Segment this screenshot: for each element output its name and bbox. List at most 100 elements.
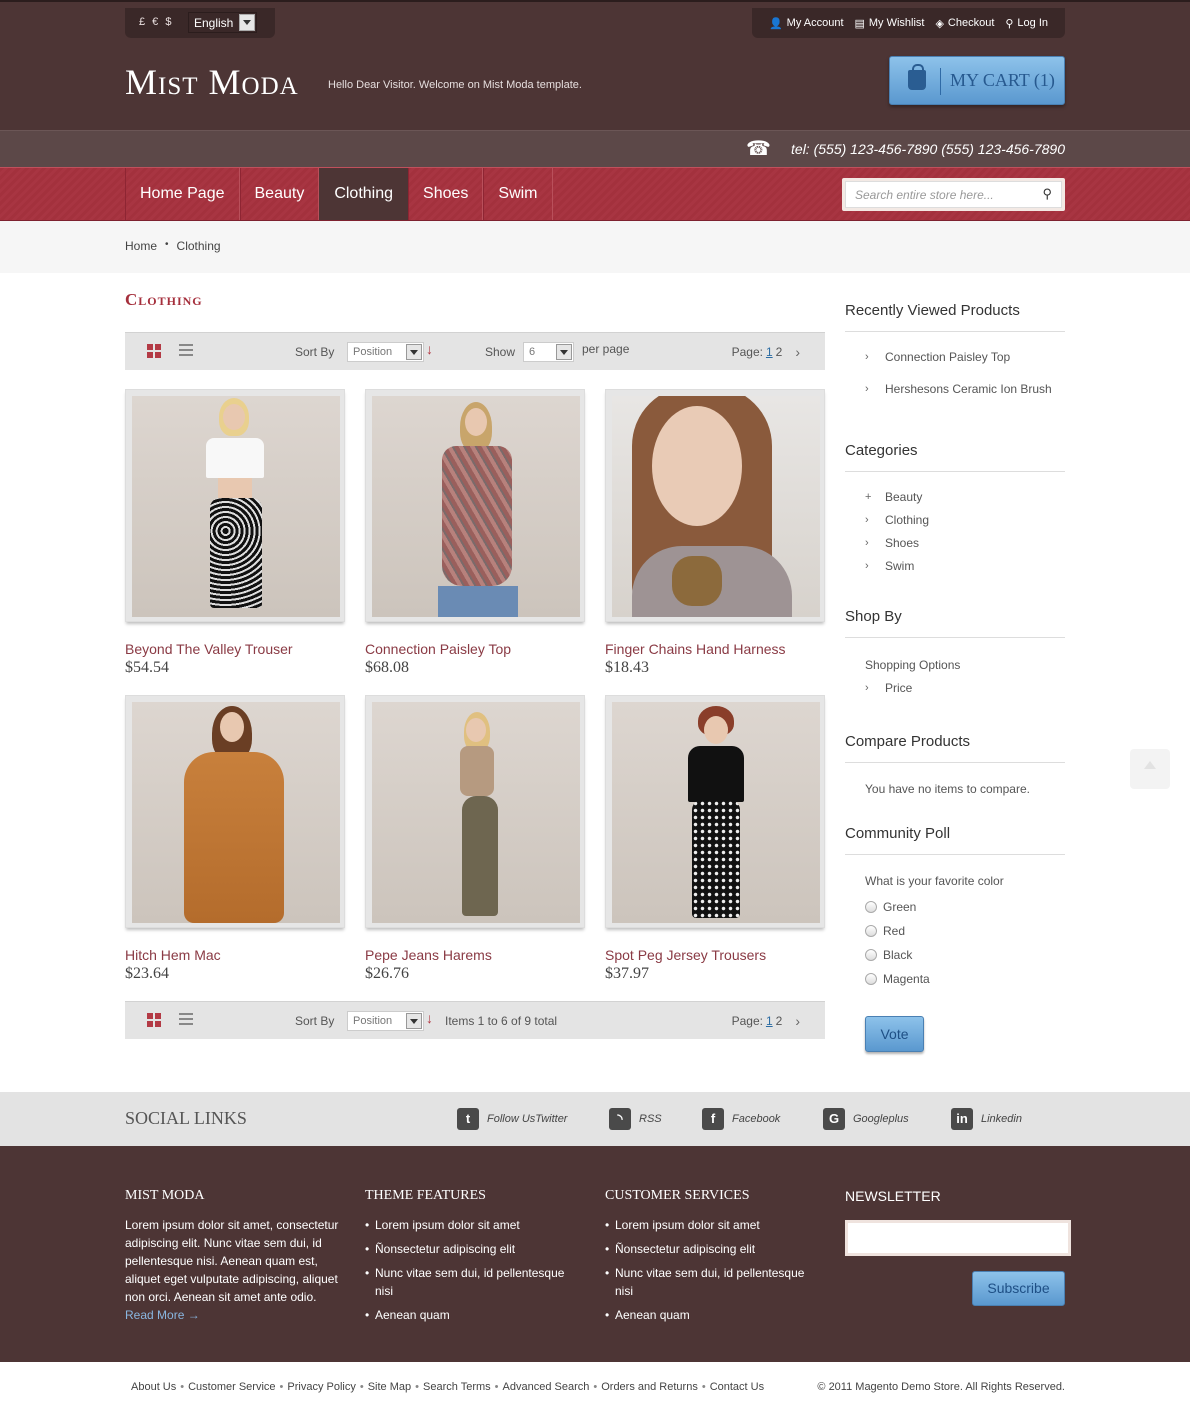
facebook-link[interactable]: f Facebook (702, 1108, 780, 1130)
newsletter-email-input[interactable] (845, 1220, 1071, 1256)
next-page-icon[interactable]: › (795, 344, 800, 360)
login-link[interactable]: ⚲ Log In (1005, 17, 1048, 30)
category-item-beauty[interactable]: + Beauty (865, 490, 1065, 504)
subscribe-button[interactable]: Subscribe (972, 1271, 1065, 1306)
product-image-frame[interactable] (605, 695, 825, 928)
footer-link[interactable]: Ñonsectetur adipiscing elit (605, 1240, 825, 1258)
page-2-link[interactable]: 2 (776, 345, 783, 359)
twitter-link[interactable]: t Follow UsTwitter (457, 1108, 567, 1130)
radio-button[interactable] (865, 925, 877, 937)
footer-link[interactable]: Aenean quam (365, 1306, 585, 1324)
footer-link[interactable]: Ñonsectetur adipiscing elit (365, 1240, 585, 1258)
bottom-link-customer-service[interactable]: Customer Service (188, 1381, 275, 1393)
googleplus-link[interactable]: G Googleplus (823, 1108, 909, 1130)
grid-view-icon[interactable] (147, 344, 161, 358)
page-1-link[interactable]: 1 (766, 1014, 773, 1028)
sort-select[interactable]: Position (347, 342, 424, 362)
product-image-frame[interactable] (125, 695, 345, 928)
cart-button[interactable]: MY CART (1) (889, 56, 1065, 105)
page-2-link[interactable]: 2 (776, 1014, 783, 1028)
plus-icon[interactable]: + (865, 491, 875, 503)
vote-button[interactable]: Vote (865, 1016, 924, 1052)
radio-button[interactable] (865, 901, 877, 913)
product-card[interactable]: Connection Paisley Top $68.08 (365, 389, 585, 677)
search-input[interactable]: Search entire store here... ⚲ (845, 181, 1062, 208)
bottom-link-advanced-search[interactable]: Advanced Search (503, 1381, 590, 1393)
product-image-frame[interactable] (365, 695, 585, 928)
bottom-link-sitemap[interactable]: Site Map (368, 1381, 411, 1393)
search-icon[interactable]: ⚲ (1042, 186, 1052, 202)
product-card[interactable]: Pepe Jeans Harems $26.76 (365, 695, 585, 983)
recent-item[interactable]: › Connection Paisley Top (865, 350, 1065, 364)
footer-link[interactable]: Aenean quam (605, 1306, 825, 1324)
sort-select[interactable]: Position (347, 1011, 424, 1031)
chevron-down-icon[interactable] (239, 14, 255, 31)
product-image[interactable] (612, 702, 820, 923)
product-name[interactable]: Connection Paisley Top (365, 641, 585, 657)
footer-link[interactable]: Lorem ipsum dolor sit amet (605, 1216, 825, 1234)
my-wishlist-link[interactable]: ▤ My Wishlist (854, 17, 924, 30)
poll-option[interactable]: Magenta (865, 972, 1065, 986)
list-view-icon[interactable] (179, 344, 193, 358)
recent-item[interactable]: › Hershesons Ceramic Ion Brush (865, 382, 1065, 396)
category-item-shoes[interactable]: › Shoes (865, 536, 1065, 550)
bottom-link-search-terms[interactable]: Search Terms (423, 1381, 491, 1393)
currency-symbols[interactable]: £ € $ (139, 16, 173, 28)
sort-direction-icon[interactable]: ↓ (426, 1010, 433, 1026)
bottom-link-about[interactable]: About Us (131, 1381, 176, 1393)
product-name[interactable]: Hitch Hem Mac (125, 947, 345, 963)
nav-item-shoes[interactable]: Shoes (408, 168, 484, 220)
product-image[interactable] (372, 396, 580, 617)
sort-direction-icon[interactable]: ↓ (426, 341, 433, 357)
rss-link[interactable]: ◝ RSS (609, 1108, 662, 1130)
site-logo[interactable]: Mist Moda (125, 64, 299, 100)
radio-button[interactable] (865, 973, 877, 985)
footer-link[interactable]: Nunc vitae sem dui, id pellentesque nisi (365, 1264, 585, 1300)
product-image[interactable] (132, 396, 340, 617)
language-select[interactable]: English (188, 12, 257, 33)
footer-link[interactable]: Nunc vitae sem dui, id pellentesque nisi (605, 1264, 825, 1300)
limit-select[interactable]: 6 (523, 342, 574, 362)
bottom-link-contact[interactable]: Contact Us (710, 1381, 764, 1393)
linkedin-link[interactable]: in Linkedin (951, 1108, 1022, 1130)
nav-item-home[interactable]: Home Page (125, 168, 240, 220)
next-page-icon[interactable]: › (795, 1013, 800, 1029)
product-name[interactable]: Spot Peg Jersey Trousers (605, 947, 825, 963)
checkout-link[interactable]: ◈ Checkout (935, 17, 994, 30)
page-1-link[interactable]: 1 (766, 345, 773, 359)
bottom-link-privacy[interactable]: Privacy Policy (287, 1381, 355, 1393)
read-more-link[interactable]: Read More → (125, 1308, 200, 1322)
bottom-link-orders-returns[interactable]: Orders and Returns (601, 1381, 698, 1393)
filter-price[interactable]: › Price (865, 681, 1065, 695)
grid-view-icon[interactable] (147, 1013, 161, 1027)
product-name[interactable]: Finger Chains Hand Harness (605, 641, 825, 657)
product-name[interactable]: Beyond The Valley Trouser (125, 641, 345, 657)
product-name[interactable]: Pepe Jeans Harems (365, 947, 585, 963)
sort-value: Position (353, 346, 393, 358)
product-card[interactable]: Finger Chains Hand Harness $18.43 (605, 389, 825, 677)
recently-viewed-title: Recently Viewed Products (845, 302, 1065, 332)
product-card[interactable]: Beyond The Valley Trouser $54.54 (125, 389, 345, 677)
breadcrumb-home[interactable]: Home (125, 239, 157, 253)
product-card[interactable]: Spot Peg Jersey Trousers $37.97 (605, 695, 825, 983)
product-card[interactable]: Hitch Hem Mac $23.64 (125, 695, 345, 983)
product-image-frame[interactable] (605, 389, 825, 622)
poll-option[interactable]: Black (865, 948, 1065, 962)
nav-item-beauty[interactable]: Beauty (239, 168, 320, 220)
my-account-link[interactable]: 👤 My Account (769, 17, 844, 30)
product-image[interactable] (612, 396, 820, 617)
product-image-frame[interactable] (125, 389, 345, 622)
category-item-clothing[interactable]: › Clothing (865, 513, 1065, 527)
nav-item-clothing[interactable]: Clothing (319, 168, 409, 220)
radio-button[interactable] (865, 949, 877, 961)
product-image[interactable] (372, 702, 580, 923)
nav-item-swim[interactable]: Swim (483, 168, 553, 220)
list-view-icon[interactable] (179, 1013, 193, 1027)
product-image[interactable] (132, 702, 340, 923)
poll-option[interactable]: Green (865, 900, 1065, 914)
category-item-swim[interactable]: › Swim (865, 559, 1065, 573)
footer-link[interactable]: Lorem ipsum dolor sit amet (365, 1216, 585, 1234)
product-image-frame[interactable] (365, 389, 585, 622)
poll-option[interactable]: Red (865, 924, 1065, 938)
back-to-top-button[interactable] (1130, 749, 1170, 789)
